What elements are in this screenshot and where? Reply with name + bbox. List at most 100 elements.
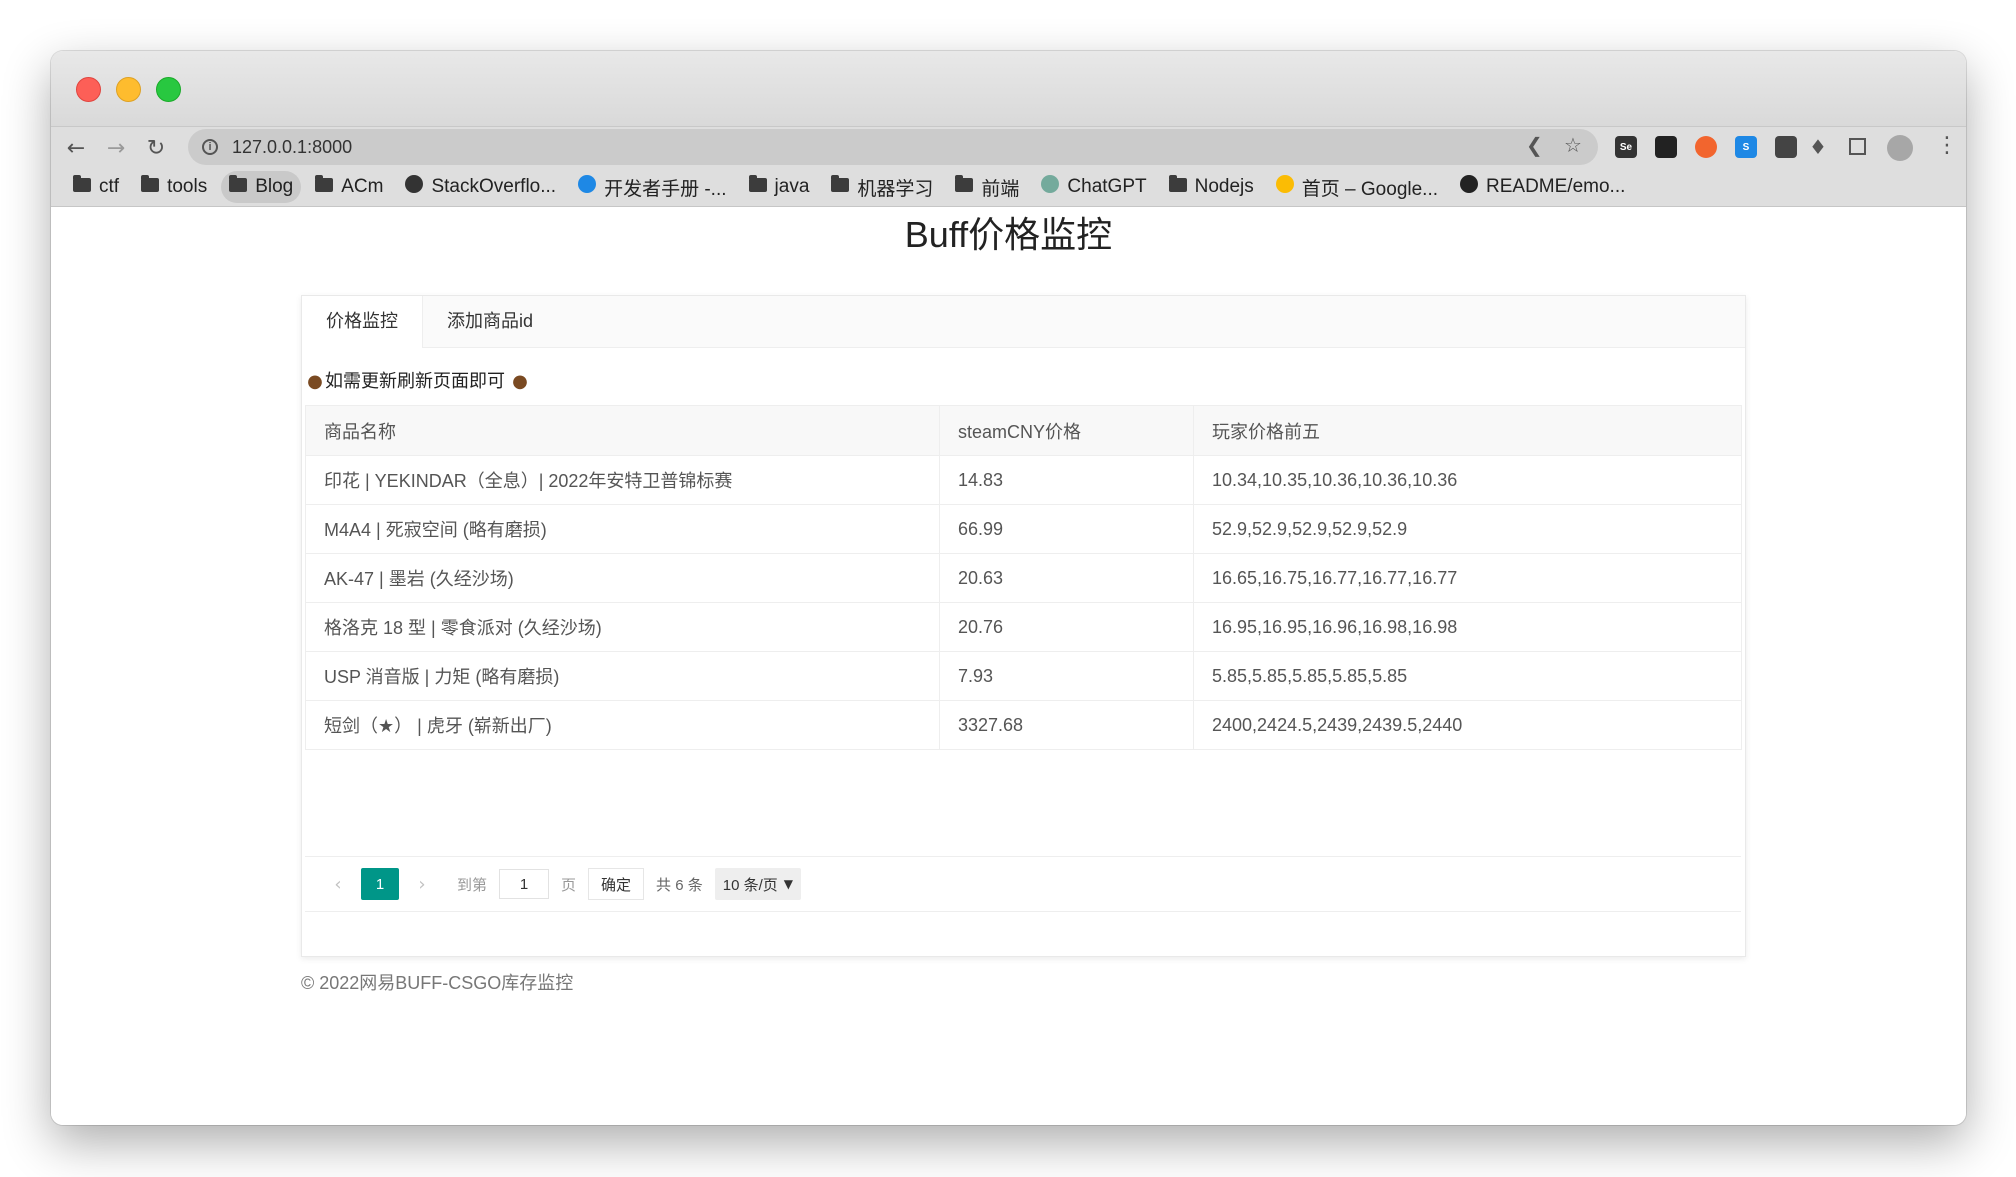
table-row: 格洛克 18 型 | 零食派对 (久经沙场) 20.76 16.95,16.95,1…	[305, 602, 1742, 652]
profile-avatar[interactable]	[1887, 135, 1913, 161]
bookmark-item[interactable]: java	[741, 171, 818, 203]
table-cell: 短剑（★） | 虎牙 (崭新出厂)	[305, 700, 940, 750]
folder-icon	[229, 175, 248, 198]
page-label: 页	[561, 876, 577, 894]
table-row: M4A4 | 死寂空间 (略有磨损) 66.99 52.9,52.9,52.9,52…	[305, 504, 1742, 554]
table-cell: 16.65,16.75,16.77,16.77,16.77	[1193, 553, 1742, 603]
bookmark-item[interactable]: Blog	[221, 171, 302, 203]
bookmark-label: 首页 – Google...	[1301, 178, 1439, 200]
goto-label: 到第	[457, 876, 488, 894]
table-cell: 2400,2424.5,2439,2439.5,2440	[1193, 700, 1742, 750]
table-cell: 20.63	[939, 553, 1194, 603]
folder-icon	[748, 175, 767, 198]
browser-window: ← → ↻ i 127.0.0.1:8000 ❮ ☆ Se S ♦ ⋮ ctf to…	[51, 51, 1966, 1125]
bookmark-label: ChatGPT	[1067, 176, 1147, 197]
current-page-button[interactable]: 1	[361, 868, 399, 900]
bookmark-label: ACm	[341, 176, 384, 197]
back-arrow-icon[interactable]: ←	[61, 133, 91, 163]
refresh-notice: ● 如需更新刷新页面即可 ●	[305, 368, 1745, 395]
minimize-window-button[interactable]	[116, 77, 141, 102]
bookmark-label: 开发者手册 -...	[604, 178, 727, 200]
close-window-button[interactable]	[76, 77, 101, 102]
bookmark-label: tools	[167, 176, 208, 197]
next-page-chevron-icon[interactable]: ›	[407, 874, 437, 895]
folder-icon	[955, 175, 974, 198]
bookmark-item[interactable]: ctf	[65, 171, 127, 203]
table-row: 印花 | YEKINDAR（全息）| 2022年安特卫普锦标赛 14.83 10.3…	[305, 455, 1742, 505]
extension-icon[interactable]	[1775, 136, 1797, 158]
bookmark-item[interactable]: ChatGPT	[1033, 171, 1154, 203]
bookmark-label: ctf	[99, 176, 120, 197]
column-header-steam-price[interactable]: steamCNY价格	[939, 405, 1194, 456]
stackoverflow-icon	[405, 175, 424, 199]
table-row: 短剑（★） | 虎牙 (崭新出厂) 3327.68 2400,2424.5,2439…	[305, 700, 1742, 750]
empty-cell	[306, 750, 1742, 856]
bookmark-label: Blog	[255, 176, 294, 197]
puzzle-extensions-icon[interactable]: ♦	[1809, 135, 1827, 159]
total-count: 共 6 条	[656, 876, 703, 894]
bookmark-label: StackOverflo...	[431, 176, 557, 197]
browser-toolbar: ← → ↻ i 127.0.0.1:8000 ❮ ☆ Se S ♦ ⋮	[51, 127, 1966, 168]
tab-bar: 价格监控 添加商品id	[302, 296, 1745, 348]
tab-price-monitor[interactable]: 价格监控	[302, 296, 423, 348]
extension-icon[interactable]: Se	[1615, 136, 1637, 158]
folder-icon	[831, 175, 850, 198]
chevron-down-icon: ▼	[783, 877, 793, 891]
confirm-goto-button[interactable]: 确定	[588, 868, 645, 900]
reload-icon[interactable]: ↻	[141, 133, 171, 163]
google-ads-icon	[1275, 175, 1294, 199]
bookmark-item[interactable]: ACm	[307, 171, 391, 203]
column-header-item-name[interactable]: 商品名称	[305, 405, 940, 456]
table-cell: AK-47 | 墨岩 (久经沙场)	[305, 553, 940, 603]
tab-add-item-id[interactable]: 添加商品id	[423, 296, 557, 347]
address-bar[interactable]: i 127.0.0.1:8000 ❮ ☆	[188, 129, 1598, 165]
poop-emoji-icon: ●	[512, 371, 528, 392]
bookmark-item[interactable]: 机器学习	[823, 171, 941, 203]
table-cell: M4A4 | 死寂空间 (略有磨损)	[305, 504, 940, 554]
table-cell: 格洛克 18 型 | 零食派对 (久经沙场)	[305, 602, 940, 652]
table-row: USP 消音版 | 力矩 (略有磨损) 7.93 5.85,5.85,5.85,5.…	[305, 651, 1742, 701]
prev-page-chevron-icon[interactable]: ‹	[323, 874, 353, 895]
bookmark-item[interactable]: Nodejs	[1161, 171, 1262, 203]
folder-icon	[1168, 175, 1187, 198]
bookmark-item[interactable]: StackOverflo...	[397, 171, 564, 203]
maximize-window-button[interactable]	[156, 77, 181, 102]
extension-icon[interactable]	[1695, 136, 1717, 158]
extension-icon[interactable]	[1655, 136, 1677, 158]
page-size-select[interactable]: 10 条/页 ▼	[714, 868, 801, 900]
table-header-row: 商品名称 steamCNY价格 玩家价格前五	[305, 405, 1742, 456]
table-row: AK-47 | 墨岩 (久经沙场) 20.63 16.65,16.75,16.77,…	[305, 553, 1742, 603]
bookmark-star-icon[interactable]: ☆	[1564, 133, 1582, 157]
table-cell: 5.85,5.85,5.85,5.85,5.85	[1193, 651, 1742, 701]
goto-page-input[interactable]: 1	[499, 869, 550, 899]
table-cell: 印花 | YEKINDAR（全息）| 2022年安特卫普锦标赛	[305, 455, 940, 505]
table-cell: 52.9,52.9,52.9,52.9,52.9	[1193, 504, 1742, 554]
github-icon	[1460, 175, 1479, 199]
table-empty-space	[306, 750, 1742, 856]
extension-icon[interactable]: S	[1735, 136, 1757, 158]
table-cell: USP 消音版 | 力矩 (略有磨损)	[305, 651, 940, 701]
column-header-player-prices[interactable]: 玩家价格前五	[1193, 405, 1742, 456]
bookmark-item[interactable]: 开发者手册 -...	[570, 171, 734, 203]
page-size-value: 10 条/页	[722, 876, 778, 894]
forward-arrow-icon[interactable]: →	[101, 133, 131, 163]
share-icon[interactable]: ❮	[1526, 133, 1543, 157]
poop-emoji-icon: ●	[307, 371, 323, 392]
bookmark-item[interactable]: 前端	[947, 171, 1027, 203]
page-content: Buff价格监控 价格监控 添加商品id ●如需更新刷新页面即可 ● 商品名称	[51, 207, 1966, 1125]
price-table: 商品名称 steamCNY价格 玩家价格前五 印花 | YEKINDAR（全息）…	[305, 405, 1742, 855]
pagination: ‹ 1 › 到第 1 页 确定 共 6 条 10 条/页 ▼	[305, 856, 1741, 912]
cloud-icon	[578, 175, 597, 199]
side-panel-icon[interactable]	[1849, 138, 1866, 155]
bookmark-item[interactable]: tools	[133, 171, 215, 203]
bookmark-item[interactable]: 首页 – Google...	[1268, 171, 1446, 203]
bookmark-label: Nodejs	[1194, 176, 1254, 197]
bookmark-item[interactable]: README/emo...	[1452, 171, 1633, 203]
notice-text: 如需更新刷新页面即可	[325, 371, 505, 391]
folder-icon	[141, 175, 160, 198]
info-icon[interactable]: i	[202, 139, 218, 155]
folder-icon	[315, 175, 334, 198]
menu-kebab-icon[interactable]: ⋮	[1936, 133, 1958, 158]
bookmarks-bar: ctf tools Blog ACm StackOverflo... 开发者手册 -...…	[51, 168, 1966, 207]
bookmark-label: java	[774, 176, 810, 197]
